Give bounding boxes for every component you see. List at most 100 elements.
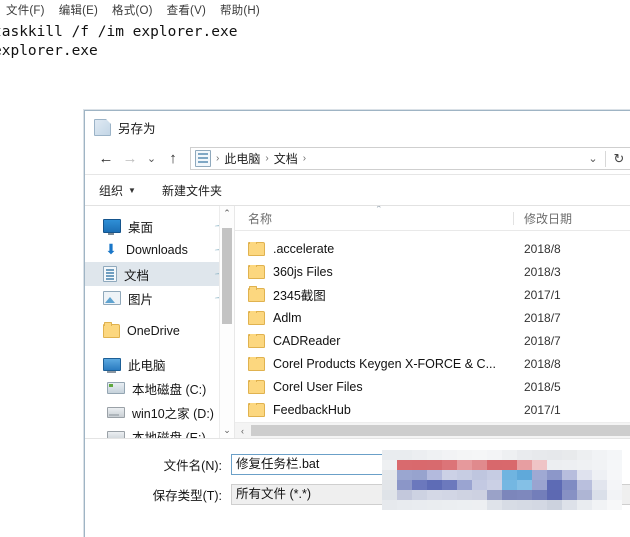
folder-icon [248,402,265,417]
sidebar-item-label: 此电脑 [128,358,166,373]
file-name-label: 2345截图 [273,289,326,303]
scrollbar-thumb[interactable] [222,228,232,324]
navigation-scrollbar[interactable]: ⌃ ⌄ [219,206,234,438]
dialog-body: 桌面 📌 ⬇ Downloads 📌 文档 📌 图片 📌 [85,206,630,438]
sidebar-item-label: 本地磁盘 (E:) [132,430,206,439]
dialog-toolbar: 组织 ▼ 新建文件夹 [85,174,630,206]
sidebar-item-label: OneDrive [127,324,180,338]
breadcrumb-item-documents[interactable]: 文档 [274,150,298,167]
filetype-select[interactable]: 所有文件 (*.*) [231,483,630,505]
notepad-menubar: 文件(F) 编辑(E) 格式(O) 查看(V) 帮助(H) [0,0,630,20]
this-pc-icon [103,357,121,373]
sidebar-item-onedrive[interactable]: OneDrive [85,319,234,343]
filename-input[interactable]: 修复任务栏.bat [231,453,501,475]
forward-button[interactable]: → [119,148,141,170]
menu-edit[interactable]: 编辑(E) [59,2,98,18]
dialog-titlebar[interactable]: 另存为 [85,111,630,143]
sidebar-item-drive-c[interactable]: 本地磁盘 (C:) [85,376,234,400]
table-row[interactable]: CADReader 2018/7 [235,329,630,352]
column-header-date[interactable]: 修改日期 [514,210,572,227]
drive-c-icon [107,382,125,394]
document-icon [94,118,111,136]
address-bar[interactable]: › 此电脑 › 文档 › ⌄ ↻ [190,147,630,170]
breadcrumb-separator-1: › [265,153,269,164]
save-as-dialog: 另存为 ← → ⌄ ↑ › 此电脑 › 文档 › ⌄ ↻ 组织 ▼ 新建文件夹 … [84,110,630,537]
folder-icon [248,379,265,394]
drive-icon [107,406,125,418]
file-name-label: FeedbackHub [273,402,351,417]
file-name-label: Corel User Files [273,379,363,394]
filetype-label: 保存类型(T): [152,488,222,503]
scrollbar-thumb[interactable] [251,425,630,436]
filename-row: 文件名(N): 修复任务栏.bat [85,449,630,479]
file-date-cell: 2018/7 [524,333,561,348]
file-name-cell: 360js Files [235,264,513,279]
notepad-text-area[interactable]: taskkill /f /im explorer.exe explorer.ex… [0,23,393,61]
sort-ascending-icon: ⌃ [375,206,383,214]
organize-button[interactable]: 组织 ▼ [99,182,136,199]
folder-icon [248,285,265,302]
breadcrumb-separator-0: › [216,153,220,164]
file-name-label: .accelerate [273,241,335,256]
breadcrumb-item-this-pc[interactable]: 此电脑 [224,150,260,167]
menu-format[interactable]: 格式(O) [112,2,153,18]
documents-icon [103,266,117,282]
folder-icon [248,356,265,371]
table-row[interactable]: FeedbackHub 2017/1 [235,398,630,421]
drive-icon [107,430,125,438]
folder-icon [248,241,265,256]
folder-icon [248,333,265,348]
organize-label: 组织 [99,183,124,198]
sidebar-item-drive-e[interactable]: 本地磁盘 (E:) [85,424,234,438]
address-row: ← → ⌄ ↑ › 此电脑 › 文档 › ⌄ ↻ [85,143,630,174]
file-name-cell: FeedbackHub [235,402,513,417]
menu-view[interactable]: 查看(V) [167,2,206,18]
table-row[interactable]: Adlm 2018/7 [235,306,630,329]
file-name-cell: Adlm [235,310,513,325]
sidebar-item-drive-d[interactable]: win10之家 (D:) [85,400,234,424]
back-button[interactable]: ← [95,148,117,170]
sidebar-item-documents[interactable]: 文档 📌 [85,262,234,286]
file-list-rows: .accelerate 2018/8 360js Files 2018/3 23… [235,231,630,421]
file-list-header: 名称 ⌃ 修改日期 [235,206,630,231]
file-name-cell: Corel User Files [235,379,513,394]
new-folder-button[interactable]: 新建文件夹 [162,182,222,199]
folder-icon [248,310,265,325]
file-list-horizontal-scrollbar[interactable]: ‹ [235,422,630,438]
folder-icon [248,264,265,279]
scroll-left-icon[interactable]: ‹ [235,426,250,436]
sidebar-item-label: 桌面 [128,220,154,235]
table-row[interactable]: Corel User Files 2018/5 [235,375,630,398]
scroll-up-icon[interactable]: ⌃ [220,206,234,221]
pictures-icon [103,291,121,305]
table-row[interactable]: 360js Files 2018/3 [235,260,630,283]
chevron-down-icon[interactable]: ⌄ [581,152,605,165]
column-header-name[interactable]: 名称 ⌃ [235,206,513,227]
sidebar-item-label: Downloads [126,243,188,257]
screenshot-root: 文件(F) 编辑(E) 格式(O) 查看(V) 帮助(H) taskkill /… [0,0,630,537]
sidebar-item-this-pc[interactable]: 此电脑 [85,352,234,376]
column-header-name-label: 名称 [248,211,273,226]
file-name-label: Corel Products Keygen X-FORCE & C... [273,356,496,371]
navigation-pane: 桌面 📌 ⬇ Downloads 📌 文档 📌 图片 📌 [85,206,235,438]
menu-file[interactable]: 文件(F) [6,2,45,18]
sidebar-item-downloads[interactable]: ⬇ Downloads 📌 [85,238,234,262]
sidebar-item-label: 文档 [124,268,150,283]
file-name-label: Adlm [273,310,302,325]
sidebar-item-label: win10之家 (D:) [132,406,214,421]
table-row[interactable]: Corel Products Keygen X-FORCE & C... 201… [235,352,630,375]
file-date-cell: 2018/8 [524,356,561,371]
file-date-cell: 2018/3 [524,264,561,279]
recent-locations-button[interactable]: ⌄ [143,148,160,170]
save-as-form: 文件名(N): 修复任务栏.bat 保存类型(T): 所有文件 (*.*) [85,438,630,509]
menu-help[interactable]: 帮助(H) [220,2,260,18]
table-row[interactable]: .accelerate 2018/8 [235,237,630,260]
sidebar-item-pictures[interactable]: 图片 📌 [85,286,234,310]
table-row[interactable]: 2345截图 2017/1 [235,283,630,306]
sidebar-item-label: 图片 [128,292,154,307]
up-button[interactable]: ↑ [162,148,184,170]
refresh-icon[interactable]: ↻ [606,151,630,167]
scroll-down-icon[interactable]: ⌄ [220,423,234,438]
sidebar-item-desktop[interactable]: 桌面 📌 [85,214,234,238]
